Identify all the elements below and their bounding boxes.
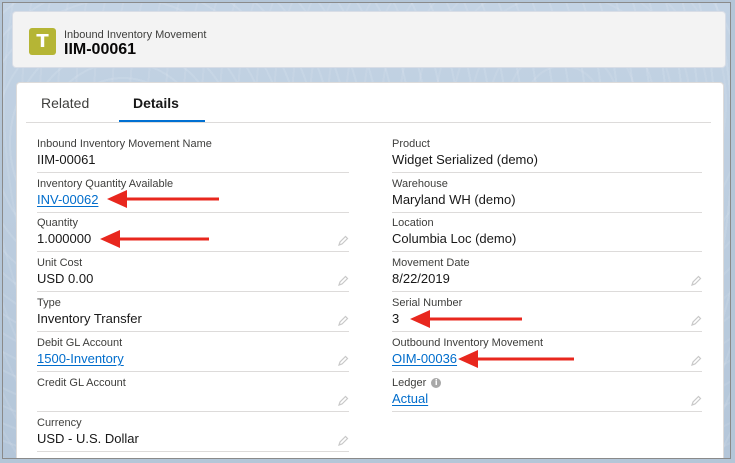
field-divider	[37, 411, 349, 412]
edit-pencil-icon[interactable]	[690, 355, 702, 367]
field-label: Movement Date	[392, 257, 470, 269]
field-value: 3	[392, 311, 400, 326]
field-divider	[37, 451, 349, 452]
field-divider	[392, 411, 702, 412]
field-inventory-quantity-available: Inventory Quantity Available INV-00062	[37, 178, 349, 217]
outbound-movement-link[interactable]: OIM-00036	[392, 351, 457, 366]
field-ledger: Ledger i Actual	[392, 377, 702, 416]
field-divider	[392, 172, 702, 173]
field-value: USD - U.S. Dollar	[37, 431, 139, 446]
edit-pencil-icon[interactable]	[337, 275, 349, 287]
field-value: USD 0.00	[37, 271, 94, 286]
field-currency: Currency USD - U.S. Dollar	[37, 417, 349, 456]
field-value: Widget Serialized (demo)	[392, 152, 538, 167]
field-value: Maryland WH (demo)	[392, 192, 516, 207]
field-label: Type	[37, 297, 61, 309]
field-divider	[392, 251, 702, 252]
field-label: Product	[392, 138, 430, 150]
field-debit-gl-account: Debit GL Account 1500-Inventory	[37, 337, 349, 376]
edit-pencil-icon[interactable]	[337, 235, 349, 247]
details-card: Related Details Inbound Inventory Moveme…	[16, 82, 724, 458]
edit-pencil-icon[interactable]	[337, 355, 349, 367]
field-divider	[37, 371, 349, 372]
field-label: Currency	[37, 417, 82, 429]
tab-related[interactable]: Related	[41, 95, 89, 111]
field-divider	[392, 331, 702, 332]
field-label: Serial Number	[392, 297, 463, 309]
object-type-label: Inbound Inventory Movement	[64, 29, 207, 41]
tab-details[interactable]: Details	[133, 95, 179, 111]
field-divider	[37, 172, 349, 173]
field-warehouse: Warehouse Maryland WH (demo)	[392, 178, 702, 217]
field-label: Location	[392, 217, 434, 229]
field-divider	[392, 291, 702, 292]
field-credit-gl-account: Credit GL Account	[37, 377, 349, 416]
edit-pencil-icon[interactable]	[337, 435, 349, 447]
field-label: Ledger i	[392, 377, 442, 389]
edit-pencil-icon[interactable]	[690, 395, 702, 407]
edit-pencil-icon[interactable]	[337, 315, 349, 327]
debit-gl-account-link[interactable]: 1500-Inventory	[37, 351, 124, 366]
field-value: 8/22/2019	[392, 271, 450, 286]
field-label: Outbound Inventory Movement	[392, 337, 544, 349]
record-page-frame: T Inbound Inventory Movement IIM-00061 R…	[2, 2, 731, 459]
field-value: IIM-00061	[37, 152, 96, 167]
field-value: Columbia Loc (demo)	[392, 231, 517, 246]
field-label: Unit Cost	[37, 257, 83, 269]
field-product: Product Widget Serialized (demo)	[392, 138, 702, 177]
field-divider	[392, 371, 702, 372]
edit-pencil-icon[interactable]	[690, 315, 702, 327]
field-label: Quantity	[37, 217, 78, 229]
field-unit-cost: Unit Cost USD 0.00	[37, 257, 349, 296]
field-label: Credit GL Account	[37, 377, 126, 389]
field-serial-number: Serial Number 3	[392, 297, 702, 336]
inventory-link[interactable]: INV-00062	[37, 192, 98, 207]
field-divider	[37, 251, 349, 252]
field-label: Debit GL Account	[37, 337, 123, 349]
field-value: Inventory Transfer	[37, 311, 142, 326]
field-location: Location Columbia Loc (demo)	[392, 217, 702, 256]
info-icon[interactable]: i	[431, 378, 442, 389]
field-value: 1.000000	[37, 231, 92, 246]
field-label: Inventory Quantity Available	[37, 178, 174, 190]
field-divider	[37, 291, 349, 292]
field-inbound-movement-name: Inbound Inventory Movement Name IIM-0006…	[37, 138, 349, 177]
ledger-label-text: Ledger	[392, 377, 427, 389]
field-type: Type Inventory Transfer	[37, 297, 349, 336]
field-label: Warehouse	[392, 178, 448, 190]
field-divider	[37, 212, 349, 213]
ledger-link[interactable]: Actual	[392, 391, 428, 406]
inventory-movement-icon: T	[29, 28, 56, 55]
record-header: T Inbound Inventory Movement IIM-00061	[12, 11, 726, 68]
record-title: IIM-00061	[64, 41, 137, 58]
tab-divider	[26, 122, 711, 123]
field-quantity: Quantity 1.000000	[37, 217, 349, 256]
edit-pencil-icon[interactable]	[690, 275, 702, 287]
field-label: Inbound Inventory Movement Name	[37, 138, 212, 150]
field-divider	[392, 212, 702, 213]
edit-pencil-icon[interactable]	[337, 395, 349, 407]
tab-bar: Related Details	[17, 83, 723, 123]
field-divider	[37, 331, 349, 332]
field-movement-date: Movement Date 8/22/2019	[392, 257, 702, 296]
field-outbound-inventory-movement: Outbound Inventory Movement OIM-00036	[392, 337, 702, 376]
